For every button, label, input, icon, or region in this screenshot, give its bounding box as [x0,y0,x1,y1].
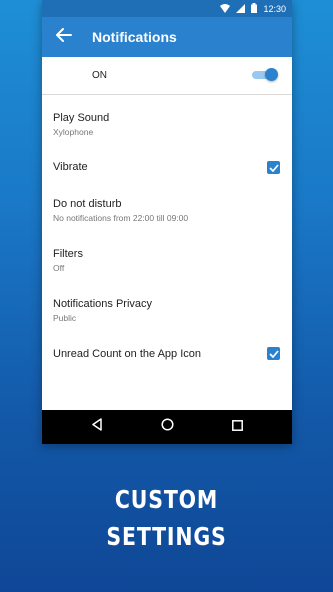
setting-notifications-privacy[interactable]: Notifications Privacy Public [42,293,292,343]
setting-subtitle: No notifications from 22:00 till 09:00 [53,213,189,223]
setting-title: Vibrate [53,161,88,173]
setting-title: Play Sound [53,112,110,124]
nav-back-button[interactable] [88,418,106,436]
phone-screen: 12:30 Notifications ON Play Sound Xyloph… [42,0,292,444]
nav-back-icon [91,418,103,436]
setting-title: Notifications Privacy [53,298,153,310]
wifi-icon [220,3,231,15]
setting-title: Unread Count on the App Icon [53,348,201,360]
status-bar: 12:30 [42,0,292,17]
signal-icon [236,3,246,15]
nav-recents-icon [231,418,243,436]
battery-icon [251,3,258,15]
navigation-bar [42,410,292,444]
notifications-switch[interactable] [252,68,278,81]
setting-unread-count[interactable]: Unread Count on the App Icon [42,343,292,373]
setting-subtitle: Xylophone [53,127,94,137]
tagline-line1: CUSTOM [114,485,219,514]
setting-subtitle: Public [53,313,77,323]
nav-home-button[interactable] [158,418,176,436]
unread-count-checkbox[interactable] [267,347,280,360]
switch-thumb [265,68,278,81]
toggle-label: ON [92,70,107,81]
setting-filters[interactable]: Filters Off [42,243,292,293]
setting-subtitle: Off [53,263,65,273]
status-time: 12:30 [263,4,286,14]
tagline-line2: SETTINGS [106,522,227,551]
setting-play-sound[interactable]: Play Sound Xylophone [42,95,292,143]
back-arrow-icon [56,27,72,47]
setting-vibrate[interactable]: Vibrate [42,143,292,193]
app-bar: Notifications [42,17,292,57]
checkbox-checked-icon [268,159,279,177]
checkbox-checked-icon [268,345,279,363]
status-icons: 12:30 [220,3,286,15]
nav-home-icon [160,418,174,436]
setting-title: Filters [53,248,83,260]
master-toggle-row[interactable]: ON [42,57,292,95]
nav-recents-button[interactable] [228,418,246,436]
setting-do-not-disturb[interactable]: Do not disturb No notifications from 22:… [42,193,292,243]
page-title: Notifications [92,29,177,45]
setting-title: Do not disturb [53,198,122,210]
vibrate-checkbox[interactable] [267,161,280,174]
back-button[interactable] [46,17,82,57]
